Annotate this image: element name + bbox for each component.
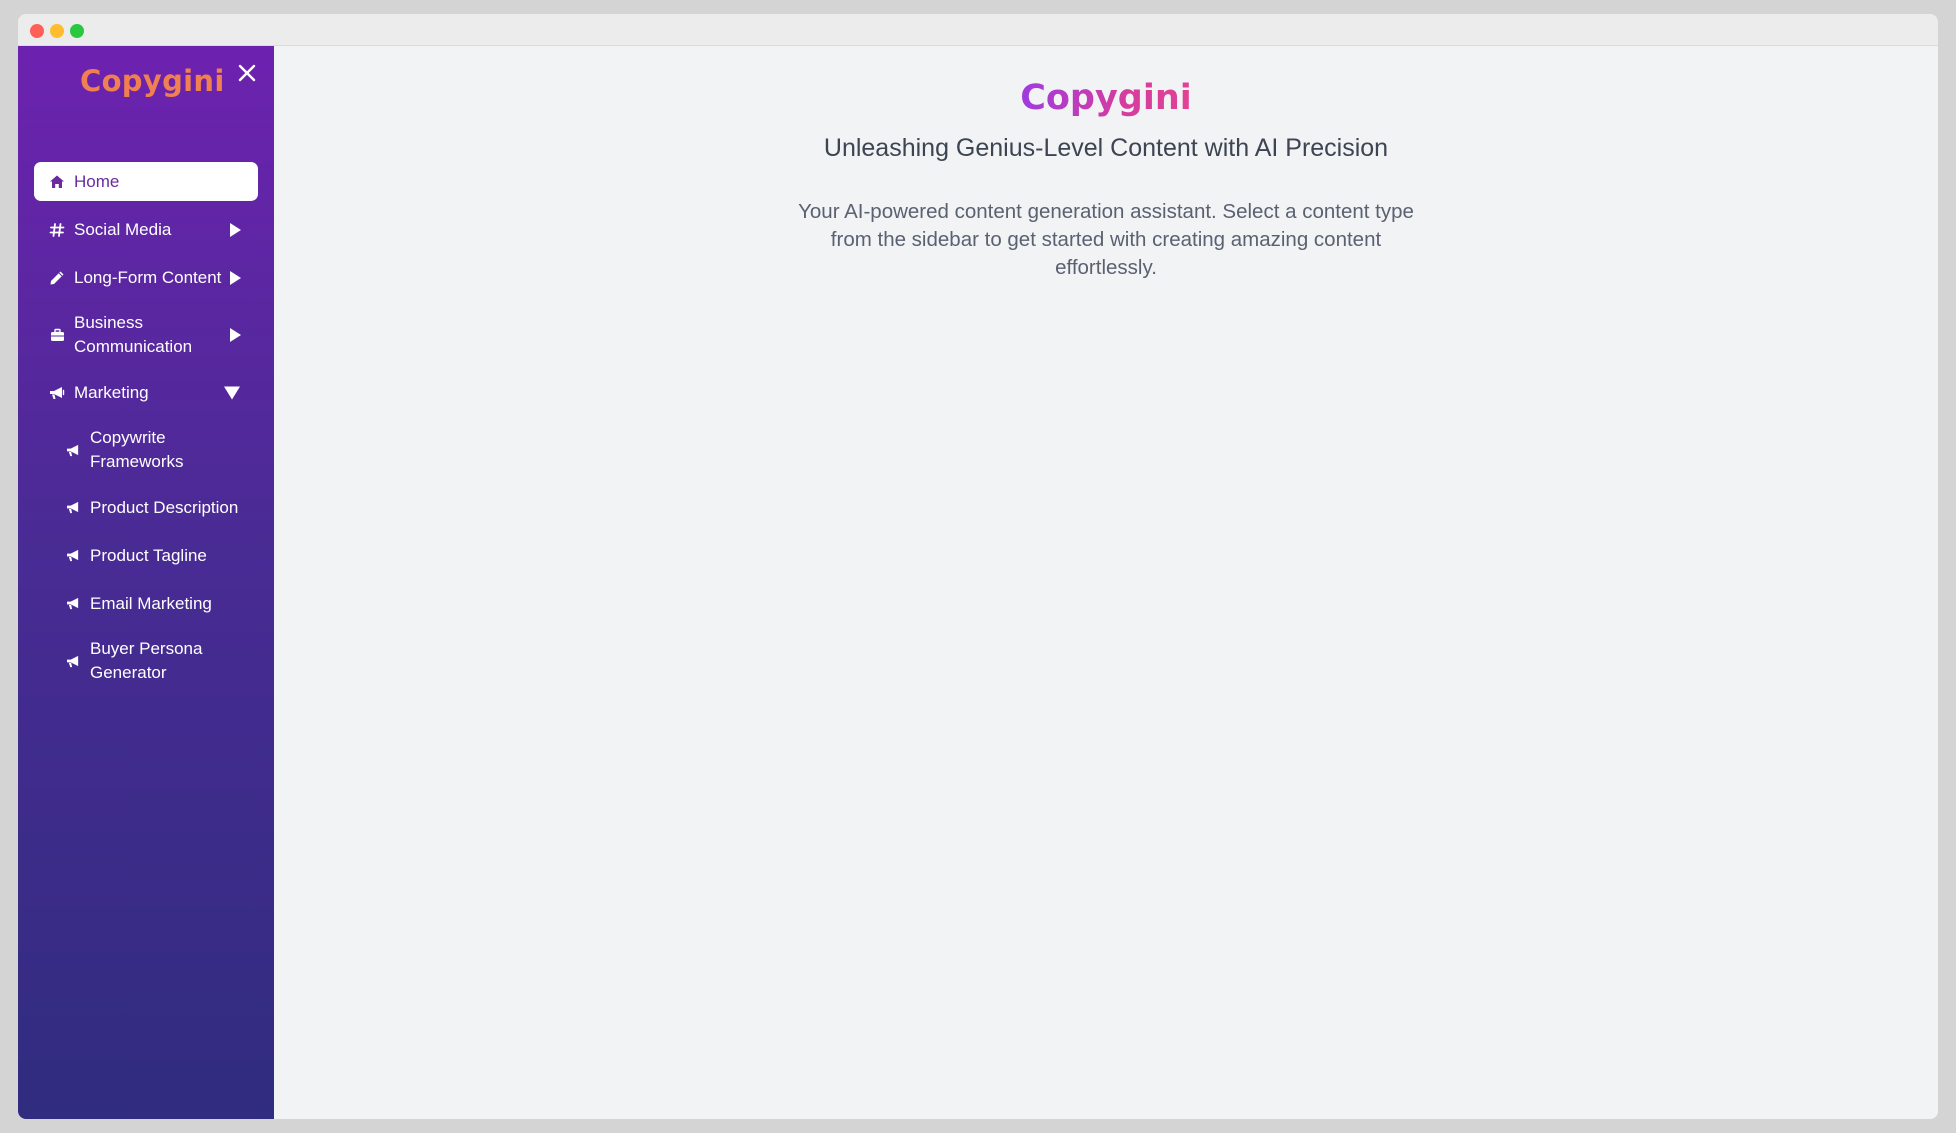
close-icon[interactable] [234,62,260,88]
sidebar-item-business-communication[interactable]: Business Communication [34,306,258,364]
sidebar-subitem-label: Product Description [90,497,239,517]
sidebar-item-label: Social Media [74,219,172,239]
sidebar-item-long-form-content[interactable]: Long-Form Content [34,258,258,297]
sidebar-item-label: Marketing [74,382,149,402]
page-description: Your AI-powered content generation assis… [798,200,1414,279]
browser-window: Copygini Home Social Media Long-Form Con… [18,14,1938,1119]
chevron-right-icon[interactable] [230,222,241,237]
page-title: Copygini [274,78,1938,118]
page-subtitle: Unleashing Genius-Level Content with AI … [823,134,1389,162]
sidebar-subitem-buyer-persona-generator[interactable]: Buyer Persona Generator [34,632,258,690]
megaphone-icon [64,652,82,670]
sidebar-item-social-media[interactable]: Social Media [34,210,258,249]
sidebar-nav: Home Social Media Long-Form Content Busi… [34,162,258,690]
sidebar-subitem-product-description[interactable]: Product Description [34,488,258,527]
sidebar-subitem-label: Copywrite Frameworks [90,428,184,471]
window-titlebar [18,14,1938,46]
window-minimize-dot[interactable] [50,24,64,38]
sidebar-subitem-copywrite-frameworks[interactable]: Copywrite Frameworks [34,421,258,479]
sidebar-item-label: Long-Form Content [74,267,222,287]
sidebar-item-home[interactable]: Home [34,162,258,201]
page-title-text: Copygini [1020,78,1192,118]
sidebar-subitem-label: Product Tagline [90,545,207,565]
main-content: Copygini Unleashing Genius-Level Content… [274,46,1938,1119]
sidebar-brand: Copygini [80,64,225,98]
hash-icon [48,221,66,239]
sidebar-subitem-email-marketing[interactable]: Email Marketing [34,584,258,623]
home-icon [48,173,66,191]
megaphone-icon [64,595,82,613]
megaphone-icon [64,441,82,459]
pencil-icon [48,269,66,287]
sidebar-subitem-label: Buyer Persona Generator [90,639,203,682]
sidebar-subitem-product-tagline[interactable]: Product Tagline [34,536,258,575]
window-close-dot[interactable] [30,24,44,38]
sidebar-item-label: Home [74,171,120,191]
sidebar-item-marketing[interactable]: Marketing [34,373,258,412]
chevron-down-icon[interactable] [224,386,240,399]
chevron-right-icon[interactable] [230,270,241,285]
megaphone-icon [64,547,82,565]
megaphone-icon [64,499,82,517]
sidebar-subitem-label: Email Marketing [90,593,212,613]
briefcase-icon [48,326,66,344]
sidebar-item-label: Business Communication [74,313,193,356]
megaphone-icon [48,384,66,402]
sidebar: Copygini Home Social Media Long-Form Con… [18,46,274,1119]
chevron-right-icon[interactable] [230,328,241,342]
window-maximize-dot[interactable] [70,24,84,38]
